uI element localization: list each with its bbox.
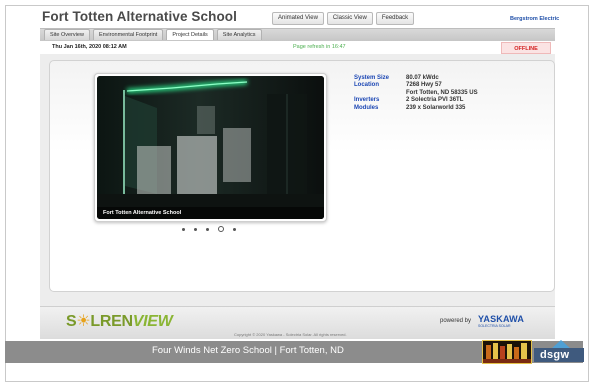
top-nav: Animated View Classic View Feedback [272,12,415,25]
system-size-value: 80.07 kWdc [406,75,439,81]
yaskawa-subtitle: SOLECTRIA SOLAR [478,324,511,328]
system-size-label: System Size [354,75,390,81]
tab-project-details[interactable]: Project Details [166,29,214,40]
modules-label: Modules [354,104,379,111]
installer-link[interactable]: Bergstrom Electric [510,16,559,22]
photo-caption: Fort Totten Alternative School [103,210,182,216]
location-label-blank [354,90,406,97]
tab-site-overview[interactable]: Site Overview [44,29,90,40]
location-street: 7268 Hwy 57 [406,82,442,89]
carousel-dot-active[interactable] [218,226,224,232]
powered-by-label: powered by [440,318,472,324]
solrenview-logo[interactable]: S☀LRENVIEW [66,311,173,331]
carousel-dot[interactable] [182,227,185,231]
inverters-label: Inverters [354,97,380,104]
animated-view-button[interactable]: Animated View [272,12,324,25]
refresh-countdown: Page refresh in 16:47 [293,44,346,50]
copyright-text: Copyright © 2020 Yaskawa - Solectria Sol… [234,332,347,337]
tab-site-analytics[interactable]: Site Analytics [216,29,262,40]
system-specs: System Size 80.07 kWdc Location 7268 Hwy… [354,75,478,112]
tribal-school-logo [482,340,532,364]
banner-caption: Four Winds Net Zero School | Fort Totten… [152,345,344,356]
tribal-school-logo-image [483,341,531,363]
status-badge: OFFLINE [501,42,551,54]
status-row: Thu Jan 16th, 2020 08:12 AM Page refresh… [40,41,555,54]
inverters-value: 2 Solectria PVI 36TL [406,97,464,104]
site-title: Fort Totten Alternative School [42,9,238,24]
inverter-room-image [97,76,324,219]
carousel-dot[interactable] [194,227,197,231]
photo-card: Fort Totten Alternative School [94,73,327,222]
yaskawa-logo[interactable]: YASKAWA [478,314,524,324]
tab-environmental-footprint[interactable]: Environmental Footprint [92,29,164,40]
sun-icon: ☀ [76,313,91,330]
datetime-label: Thu Jan 16th, 2020 08:12 AM [52,44,127,50]
tab-list: Site Overview Environmental Footprint Pr… [44,29,262,40]
location-label: Location [354,82,379,89]
carousel-dots [182,226,236,232]
dsgw-logo: dsgw [534,340,586,366]
location-city: Fort Totten, ND 58335 US [406,89,478,96]
carousel-dot[interactable] [206,227,209,231]
carousel-dot[interactable] [233,227,236,231]
modules-value: 239 x Solarworld 335 [406,104,466,111]
classic-view-button[interactable]: Classic View [326,12,373,25]
site-photo[interactable]: Fort Totten Alternative School [97,76,324,219]
feedback-button[interactable]: Feedback [375,12,415,25]
photo-caption-bar: Fort Totten Alternative School [97,207,324,219]
